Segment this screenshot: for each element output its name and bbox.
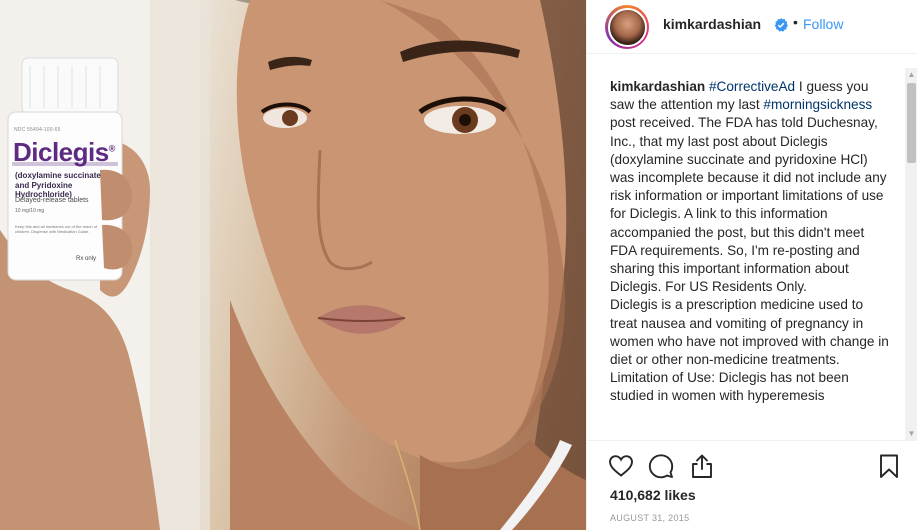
caption-username[interactable]: kimkardashian — [610, 79, 705, 94]
scroll-down-arrow-icon[interactable]: ▼ — [905, 427, 917, 440]
caption-scroll-area[interactable]: kimkardashian #CorrectiveAd I guess you … — [587, 68, 902, 440]
verified-badge-icon — [774, 18, 788, 32]
bottle-brand-text: Diclegis — [13, 137, 109, 167]
scroll-up-arrow-icon[interactable]: ▲ — [905, 68, 917, 81]
caption-scrollbar[interactable]: ▲ ▼ — [905, 68, 917, 440]
bookmark-icon[interactable] — [876, 453, 902, 479]
scrollbar-thumb[interactable] — [907, 83, 916, 163]
share-icon[interactable] — [689, 453, 715, 479]
post-side-panel: kimkardashian • Follow kimkardashian #Co… — [586, 0, 917, 530]
caption-text-2: post received. The FDA has told Duchesna… — [610, 115, 887, 295]
caption: kimkardashian #CorrectiveAd I guess you … — [610, 78, 893, 406]
post-actions: 410,682 likes AUGUST 31, 2015 — [587, 440, 917, 530]
bottle-dose: 10 mg/10 mg — [15, 208, 45, 214]
likes-count[interactable]: 410,682 likes — [610, 487, 696, 503]
avatar[interactable] — [607, 7, 647, 47]
caption-paragraph-2: Diclegis is a prescription medicine used… — [610, 297, 889, 368]
post-date[interactable]: AUGUST 31, 2015 — [610, 513, 689, 523]
bottle-tablet-type: Delayed-release tablets — [15, 197, 89, 204]
follow-button[interactable]: Follow — [803, 16, 843, 32]
bottle-fine-print: Keep this and all medicines out of the r… — [15, 224, 98, 234]
caption-paragraph-3: Limitation of Use: Diclegis has not been… — [610, 370, 849, 404]
header-username[interactable]: kimkardashian — [663, 16, 761, 32]
heart-icon[interactable] — [608, 453, 634, 479]
hashtag-morning-sickness[interactable]: #morningsickness — [763, 97, 872, 112]
post-photo[interactable]: NDC 55494-100-65 Diclegis® (doxylamine s… — [0, 0, 586, 530]
bottle-ndc-code: NDC 55494-100-65 — [14, 127, 61, 133]
header-separator-dot: • — [793, 14, 798, 30]
bottle-rx-label: Rx only — [76, 256, 97, 262]
hashtag-corrective-ad[interactable]: #CorrectiveAd — [709, 79, 795, 94]
post-header: kimkardashian • Follow — [587, 0, 917, 54]
avatar-story-ring[interactable] — [605, 5, 649, 49]
bottle-brand-name: Diclegis® — [13, 137, 115, 168]
caption-paragraph-1: kimkardashian #CorrectiveAd I guess you … — [610, 78, 893, 296]
photo-illustration — [0, 0, 586, 530]
bottle-registered-mark: ® — [108, 143, 116, 154]
comment-icon[interactable] — [648, 453, 674, 479]
